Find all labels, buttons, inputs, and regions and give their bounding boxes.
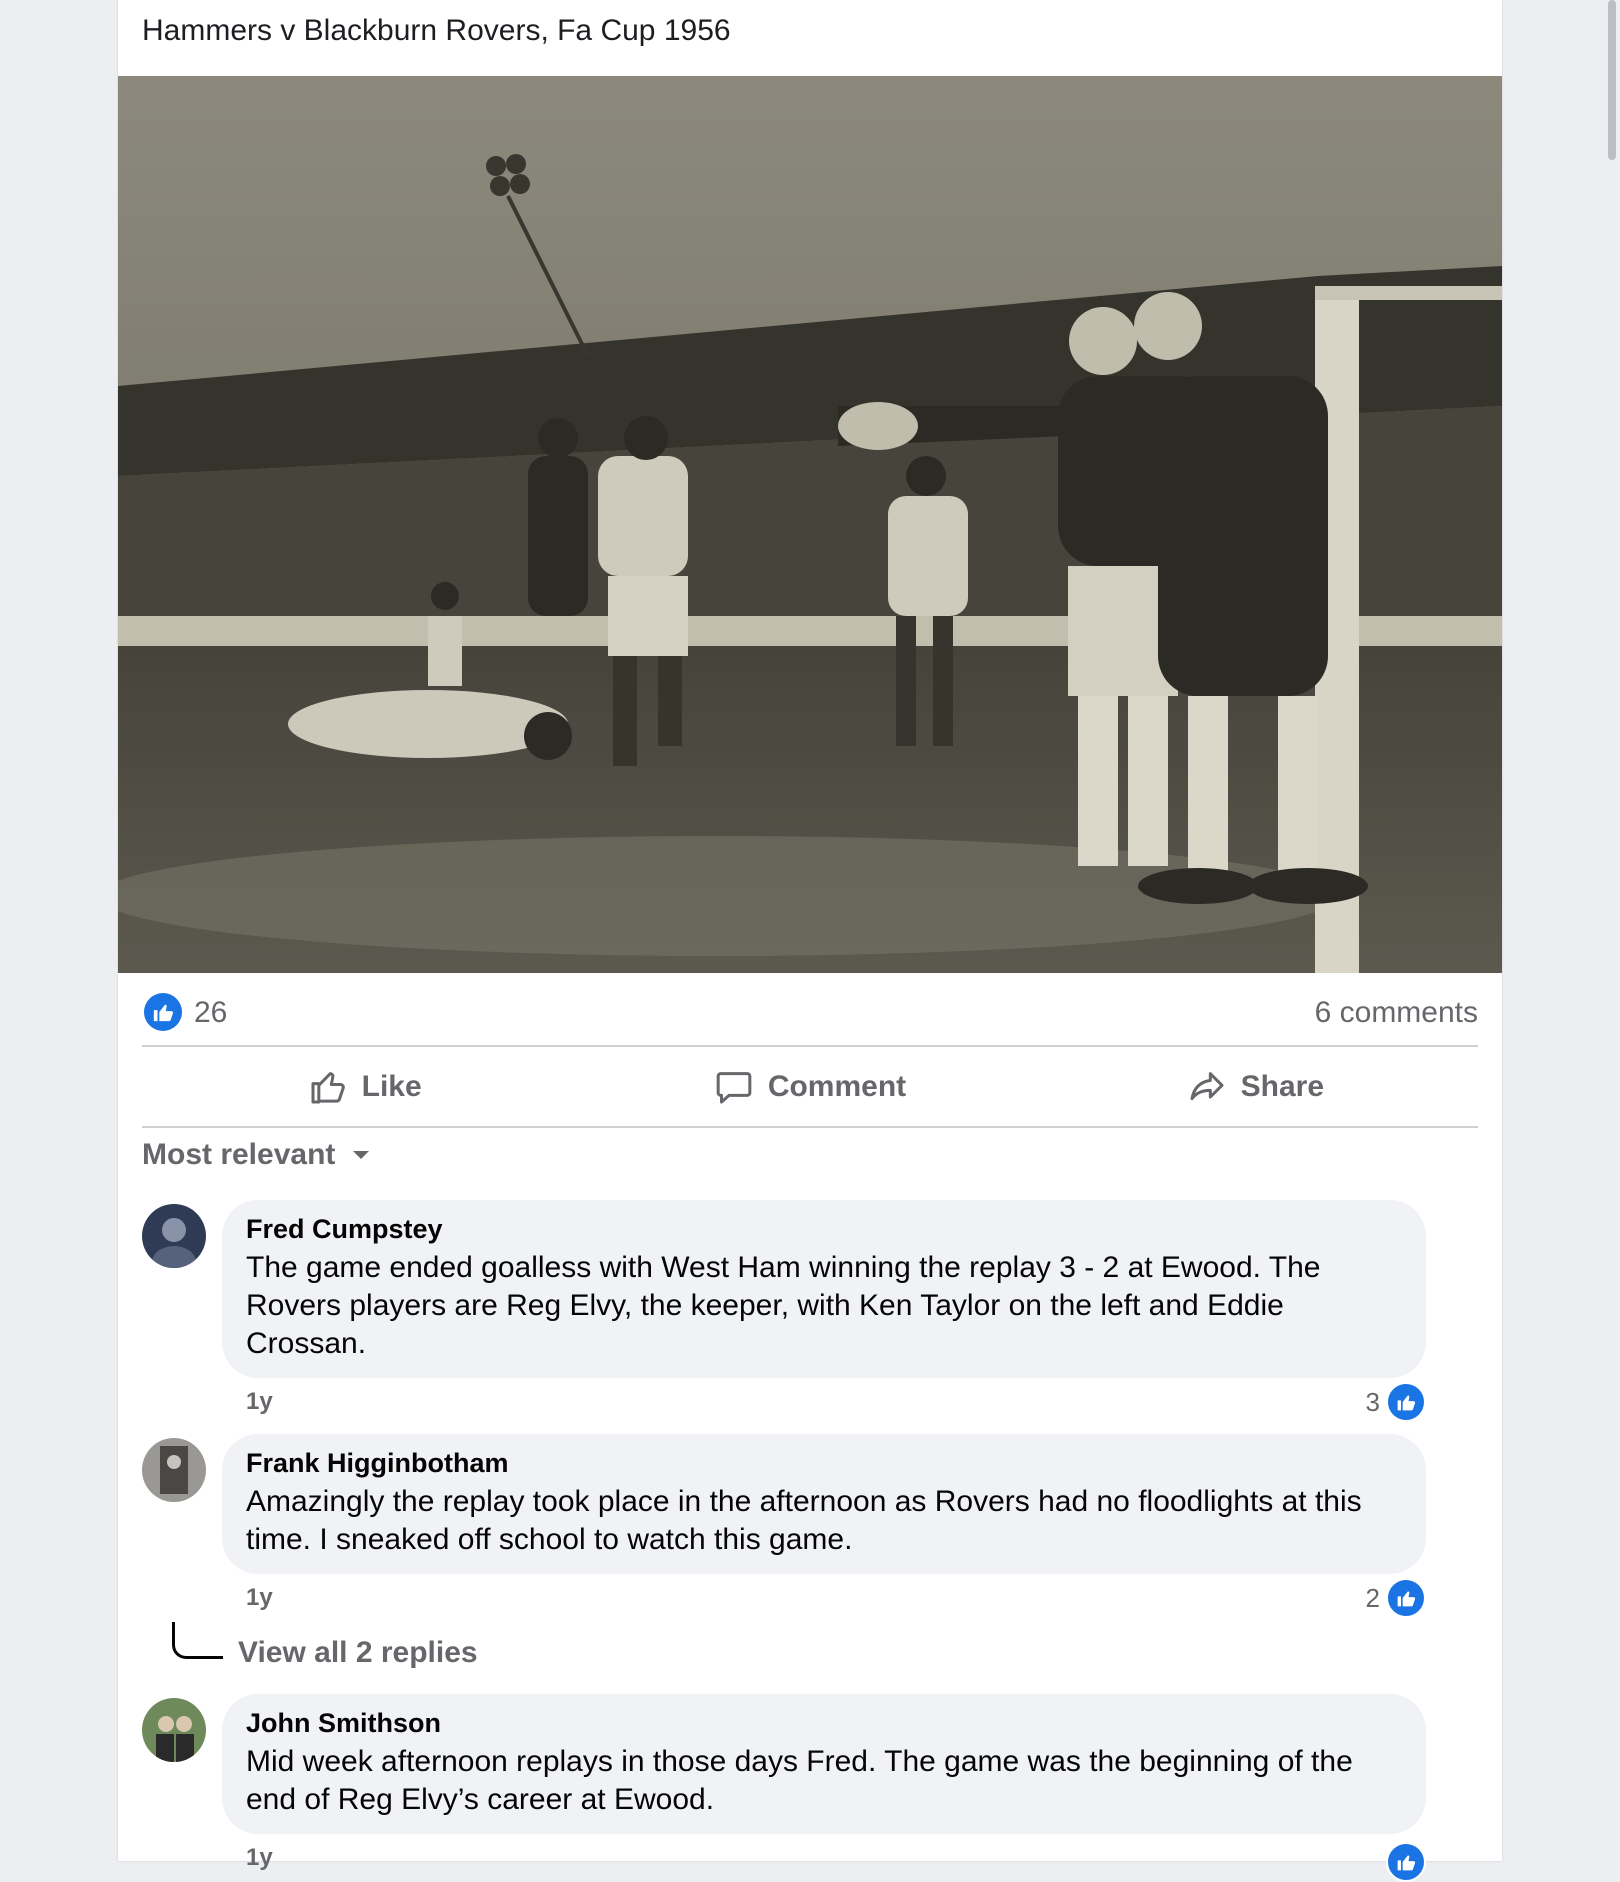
action-bar: Like Comment Share (142, 1048, 1478, 1126)
reaction-count: 2 (1365, 1582, 1380, 1613)
view-replies-label[interactable]: View all 2 replies (238, 1636, 478, 1670)
comment-bubble: John Smithson Mid week afternoon replays… (222, 1694, 1426, 1834)
like-button[interactable]: Like (142, 1048, 587, 1126)
comment-time[interactable]: 1y (246, 1388, 273, 1416)
comment-author[interactable]: John Smithson (246, 1708, 1402, 1739)
comment-bubble: Fred Cumpstey The game ended goalless wi… (222, 1200, 1426, 1378)
like-reaction-icon (1386, 1382, 1426, 1422)
caret-down-icon (353, 1151, 370, 1159)
share-button[interactable]: Share (1033, 1048, 1478, 1126)
divider (142, 1045, 1478, 1047)
comment-text: The game ended goalless with West Ham wi… (246, 1251, 1321, 1360)
like-count[interactable]: 26 (194, 996, 227, 1030)
comment-bubble: Frank Higginbotham Amazingly the replay … (222, 1434, 1426, 1574)
like-reaction-icon (1386, 1578, 1426, 1618)
comment-text: Mid week afternoon replays in those days… (246, 1745, 1353, 1816)
comment-author[interactable]: Fred Cumpstey (246, 1214, 1402, 1245)
newspaper-photo-graphic (118, 76, 1502, 973)
sort-label: Most relevant (142, 1138, 336, 1171)
avatar[interactable] (142, 1698, 206, 1762)
share-label: Share (1240, 1070, 1325, 1103)
comment-text: Amazingly the replay took place in the a… (246, 1485, 1362, 1556)
share-icon (1190, 1072, 1224, 1101)
comment-label: Comment (767, 1070, 907, 1103)
like-reaction-icon[interactable] (144, 993, 182, 1031)
comment-reactions[interactable]: 2 (1366, 1578, 1426, 1618)
comment-time[interactable]: 1y (246, 1844, 273, 1872)
comment-author[interactable]: Frank Higginbotham (246, 1448, 1402, 1479)
post-photo[interactable] (118, 76, 1502, 973)
comment-reactions[interactable]: 3 (1366, 1382, 1426, 1422)
thumbs-up-icon (311, 1072, 345, 1104)
comment-icon (716, 1072, 752, 1104)
like-label: Like (361, 1070, 422, 1103)
divider (142, 1126, 1478, 1128)
comment-time[interactable]: 1y (246, 1584, 273, 1612)
comment-sort-dropdown[interactable]: Most relevant (142, 1138, 371, 1172)
post-text: Hammers v Blackburn Rovers, Fa Cup 1956 (142, 14, 731, 47)
comments-count[interactable]: 6 comments (1315, 996, 1478, 1030)
like-reaction-icon (1386, 1842, 1426, 1882)
avatar[interactable] (142, 1204, 206, 1268)
reply-connector-icon (172, 1622, 223, 1659)
reaction-count: 3 (1365, 1386, 1380, 1417)
reaction-stats: 26 6 comments (142, 990, 1478, 1034)
post-card: Hammers v Blackburn Rovers, Fa Cup 1956 (118, 0, 1502, 1882)
comment-button[interactable]: Comment (587, 1048, 1032, 1126)
page-scrollbar[interactable] (1608, 0, 1616, 160)
avatar[interactable] (142, 1438, 206, 1502)
comment-reactions[interactable] (1386, 1842, 1426, 1882)
